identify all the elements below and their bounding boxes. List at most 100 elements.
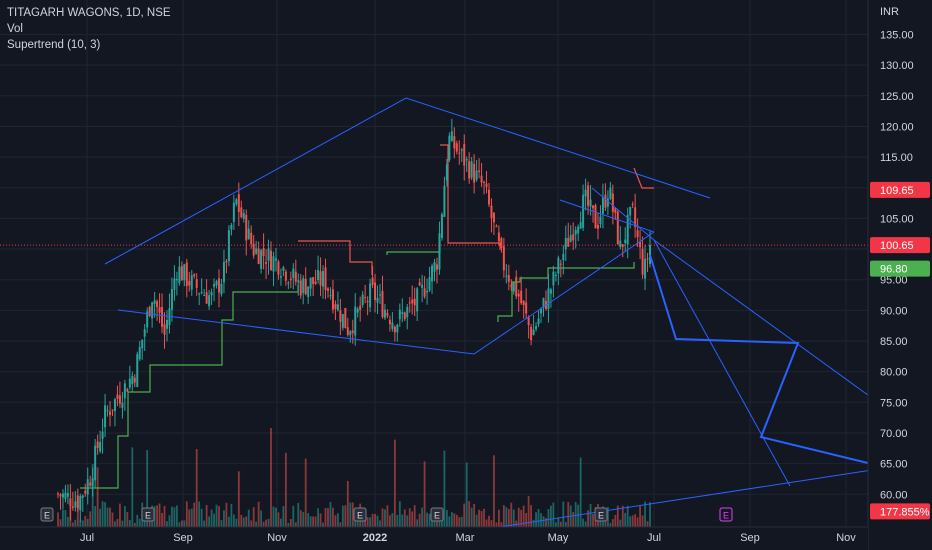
- volume-bar: [299, 510, 302, 527]
- earnings-icon[interactable]: E: [353, 507, 367, 522]
- volume-bar: [592, 513, 594, 527]
- volume-bar: [74, 519, 77, 527]
- volume-bar: [71, 522, 74, 527]
- volume-bar: [168, 515, 171, 527]
- candle-body: [614, 208, 617, 213]
- volume-bar: [322, 522, 324, 527]
- candle-body: [99, 442, 102, 452]
- candle-body: [106, 410, 109, 412]
- svg-text:E: E: [145, 511, 151, 521]
- volume-bar: [314, 516, 317, 527]
- candle-body: [111, 409, 114, 411]
- volume-bar: [324, 507, 327, 527]
- volume-bar: [644, 501, 646, 527]
- candle-body: [374, 282, 377, 301]
- candle-body: [450, 131, 453, 141]
- earnings-icon[interactable]: E: [430, 507, 444, 522]
- volume-bar: [247, 509, 250, 527]
- candle-body: [413, 298, 416, 306]
- candle-body: [61, 493, 64, 498]
- volume-bar: [460, 516, 463, 527]
- volume-bar: [371, 513, 374, 527]
- candle-body: [416, 288, 419, 312]
- candle-body: [559, 263, 562, 265]
- volume-bar: [619, 519, 622, 527]
- candle-body: [89, 482, 92, 486]
- candle-body: [530, 326, 533, 341]
- candle-body: [213, 284, 216, 287]
- candle-body: [487, 189, 490, 205]
- earnings-icon[interactable]: E: [594, 507, 608, 522]
- candle-body: [366, 301, 369, 303]
- volume-bar: [379, 520, 381, 527]
- candle-body: [609, 187, 612, 199]
- candle-body: [165, 319, 168, 329]
- candle-body: [289, 278, 292, 281]
- candle-body: [180, 266, 183, 281]
- y-tick-label: 105.00: [880, 213, 914, 225]
- volume-bar: [260, 510, 263, 527]
- volume-bar: [646, 521, 649, 527]
- volume-bar: [319, 513, 322, 527]
- candle-body: [381, 290, 384, 318]
- volume-bar: [195, 449, 198, 527]
- candle-body: [465, 159, 468, 161]
- volume-bar: [237, 471, 240, 527]
- volume-bar: [332, 507, 334, 527]
- earnings-icon[interactable]: E: [40, 507, 54, 522]
- earnings-icon[interactable]: E: [141, 507, 155, 522]
- volume-bar: [453, 513, 456, 527]
- volume-bar: [614, 514, 617, 527]
- x-tick-label: Mar: [456, 532, 475, 544]
- svg-text:E: E: [44, 511, 50, 521]
- volume-bar: [488, 515, 490, 527]
- candle-body: [141, 339, 144, 349]
- candle-body: [349, 331, 352, 336]
- volume-bar: [579, 457, 582, 527]
- candle-body: [522, 300, 525, 306]
- volume-bar: [114, 521, 116, 527]
- volume-bar: [304, 458, 307, 527]
- candle-body: [86, 479, 89, 495]
- candle-body: [396, 324, 399, 333]
- candle-body: [118, 395, 121, 404]
- volume-bar: [183, 520, 186, 527]
- volume-bar: [564, 521, 567, 527]
- volume-bar: [302, 512, 305, 527]
- candle-body: [210, 292, 213, 296]
- candle-body: [284, 271, 287, 281]
- time-axis[interactable]: [0, 527, 868, 550]
- volume-bar: [190, 508, 193, 527]
- y-tick-label: 75.00: [880, 397, 908, 409]
- candle-body: [131, 375, 134, 385]
- volume-bar: [104, 502, 106, 527]
- volume-bar: [609, 522, 612, 527]
- candle-body: [274, 258, 277, 261]
- candle-body: [371, 277, 374, 285]
- candle-body: [262, 248, 265, 257]
- volume-bar: [369, 517, 372, 527]
- volume-bar: [185, 501, 188, 527]
- candle-body: [599, 216, 602, 225]
- candle-body: [79, 495, 82, 511]
- candle-body: [307, 286, 310, 297]
- volume-bar: [386, 505, 389, 527]
- candle-body: [629, 206, 632, 216]
- candle-body: [408, 302, 411, 304]
- volume-bar: [262, 521, 265, 527]
- candle-body: [190, 275, 193, 290]
- volume-bar: [557, 517, 560, 527]
- y-tick-label: 80.00: [880, 367, 908, 379]
- candle-body: [188, 280, 191, 286]
- price-chart[interactable]: E E E E E E INR 135.00 130.00 125.00 120.00 115.00 1…: [0, 0, 932, 550]
- volume-bar: [173, 507, 176, 527]
- candle-body: [344, 308, 347, 329]
- candle-body: [257, 248, 260, 265]
- candle-body: [582, 194, 585, 228]
- volume-bar: [559, 521, 562, 527]
- volume-bar: [542, 516, 545, 527]
- volume-bar: [406, 515, 409, 527]
- volume-bar: [232, 514, 235, 527]
- candle-body: [470, 161, 473, 178]
- candle-body: [554, 274, 557, 276]
